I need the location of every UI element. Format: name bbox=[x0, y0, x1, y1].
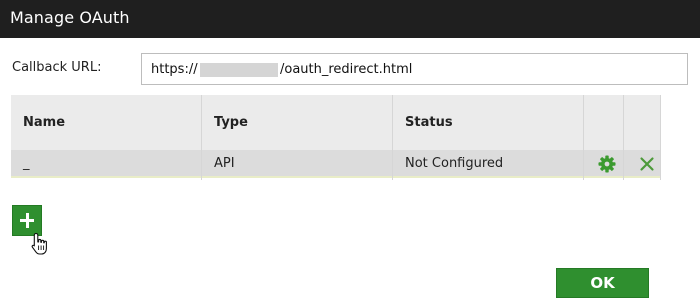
callback-url-label: Callback URL: bbox=[12, 60, 102, 75]
ok-button[interactable]: OK bbox=[556, 268, 649, 298]
column-header-status[interactable]: Status bbox=[405, 115, 453, 130]
next-row-close-icon bbox=[640, 179, 654, 180]
column-divider bbox=[392, 95, 393, 180]
column-divider bbox=[201, 95, 202, 180]
gear-icon[interactable] bbox=[597, 154, 617, 174]
column-header-type[interactable]: Type bbox=[214, 115, 248, 130]
plus-icon-stroke bbox=[25, 213, 29, 228]
dialog-titlebar: Manage OAuth bbox=[0, 0, 700, 38]
callback-url-prefix: https:// bbox=[151, 62, 198, 77]
hand-pointer-icon bbox=[31, 232, 47, 255]
callback-url-field[interactable]: https:// /oauth_redirect.html bbox=[141, 53, 688, 85]
column-divider bbox=[583, 95, 584, 180]
table-row[interactable]: _ API Not Configured bbox=[11, 150, 661, 178]
callback-url-redacted-host bbox=[200, 63, 278, 77]
dialog-title: Manage OAuth bbox=[10, 8, 130, 27]
row-name: _ bbox=[23, 156, 30, 171]
row-status: Not Configured bbox=[405, 156, 504, 171]
table-header: Name Type Status bbox=[11, 95, 661, 150]
oauth-table: Name Type Status _ API Not Configured bbox=[11, 95, 661, 180]
next-row-gear-icon bbox=[600, 179, 614, 180]
row-type: API bbox=[214, 156, 235, 171]
column-header-name[interactable]: Name bbox=[23, 115, 65, 130]
column-divider bbox=[623, 95, 624, 180]
close-icon[interactable] bbox=[637, 154, 657, 174]
callback-url-suffix: /oauth_redirect.html bbox=[280, 62, 413, 77]
column-divider bbox=[660, 95, 661, 180]
